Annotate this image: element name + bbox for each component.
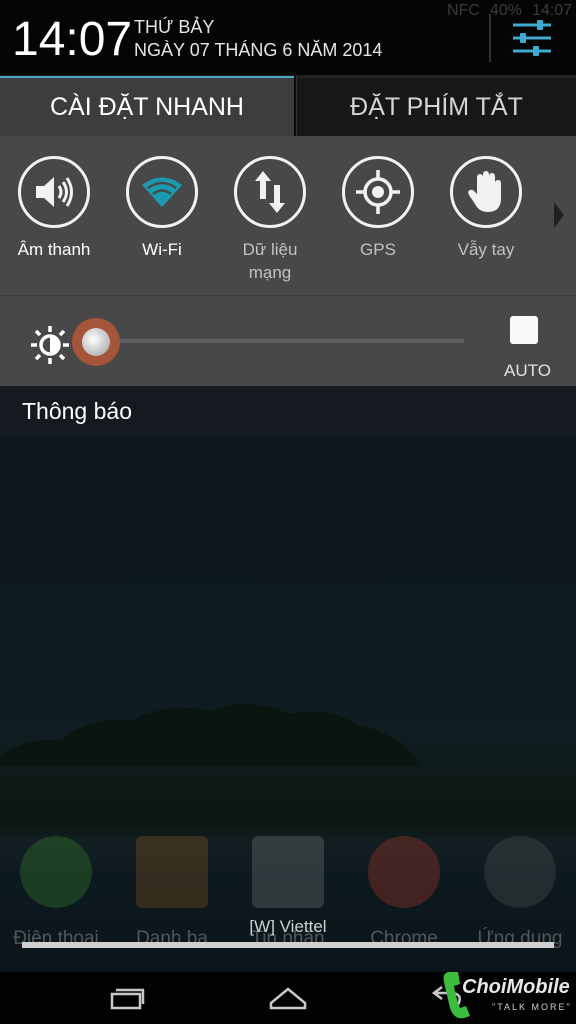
chevron-right-icon[interactable] [552,200,566,230]
full-date: NGÀY 07 THÁNG 6 NĂM 2014 [134,40,383,60]
wifi-icon [142,177,182,207]
watermark-brand: ChoiMobile [462,976,570,998]
toggle-circle [126,156,198,228]
notifications-heading: Thông báo [0,386,576,436]
header-divider [489,14,491,62]
toggle-circle [234,156,306,228]
drag-handle-bar[interactable] [22,942,554,948]
tab-quick-settings[interactable]: CÀI ĐẶT NHANH [0,76,294,136]
hand-icon [468,171,501,212]
quick-toggle-row: Âm thanh Wi-Fi Dữ liệu mạng GPS Vẫy tay [0,136,576,296]
auto-brightness-checkbox[interactable] [510,316,538,344]
recent-apps-button[interactable] [88,978,168,1018]
contacts-icon [136,836,208,908]
thumb-knob [82,328,110,356]
toggle-label: Dữ liệu mạng [242,240,298,282]
day-name: THỨ BẢY [134,17,215,37]
toggle-wifi[interactable]: Wi-Fi [108,156,216,261]
tab-shortcuts[interactable]: ĐẶT PHÍM TẮT [296,76,576,136]
toggle-mobile-data[interactable]: Dữ liệu mạng [216,156,324,284]
toggle-label: Âm thanh [17,240,91,259]
toggle-gesture[interactable]: Vẫy tay [432,156,540,261]
gps-icon [356,170,400,214]
home-icon [269,987,307,1010]
watermark-logo: ChoiMobile "TALK MORE" [440,968,576,1024]
toggle-circle [342,156,414,228]
apps-icon [484,836,556,908]
settings-button[interactable] [504,14,560,62]
sliders-icon [513,20,551,56]
clock: 14:07 [12,13,133,66]
brightness-icon [31,326,69,364]
toggle-sound[interactable]: Âm thanh [0,156,108,261]
home-button[interactable] [248,978,328,1018]
chrome-icon [368,836,440,908]
brightness-row: AUTO [0,298,576,386]
notifications-title: Thông báo [22,398,132,424]
data-arrows-icon [255,171,285,213]
speaker-icon [36,177,73,207]
toggle-label: Wi-Fi [142,240,182,259]
toggle-label: Vẫy tay [457,240,515,259]
watermark-tagline: "TALK MORE" [492,1002,572,1012]
toggle-label: GPS [360,240,396,259]
phone-icon [20,836,92,908]
toggle-gps[interactable]: GPS [324,156,432,261]
tab-label: CÀI ĐẶT NHANH [49,92,244,121]
carrier-label: [W] Viettel [249,917,327,936]
toggle-circle [450,156,522,228]
tab-label: ĐẶT PHÍM TẮT [350,92,523,121]
quick-settings-panel: Âm thanh Wi-Fi Dữ liệu mạng GPS Vẫy tay … [0,136,576,386]
island-silhouette [0,704,420,766]
home-wallpaper-background: Điện thoại Danh bạ Tin nhắn Chrome Ứng d… [0,436,576,972]
nfc-indicator: NFC [447,2,480,19]
brightness-slider-thumb[interactable] [72,318,120,366]
auto-brightness-label: AUTO [504,361,551,380]
tab-bar: CÀI ĐẶT NHANH ĐẶT PHÍM TẮT [0,76,576,136]
notification-header: NFC 40% 14:07 14:07 THỨ BẢY NGÀY 07 THÁN… [0,0,576,76]
messages-icon [252,836,324,908]
toggle-circle [18,156,90,228]
recent-apps-icon [110,988,145,1010]
brightness-slider-track[interactable] [96,339,464,343]
